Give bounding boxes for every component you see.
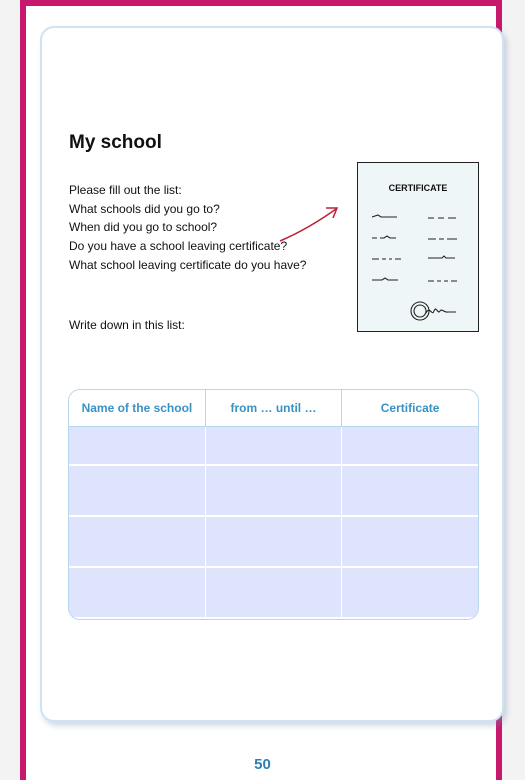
table-cell[interactable] [205, 515, 343, 568]
table-cell[interactable] [205, 426, 343, 466]
table-cell[interactable] [69, 566, 206, 619]
instruction-line: Do you have a school leaving certificate… [69, 239, 288, 254]
page-title: My school [69, 132, 162, 153]
school-table: Name of the school from … until … Certif… [68, 389, 479, 620]
table-row [69, 515, 478, 568]
table-cell[interactable] [205, 464, 343, 517]
column-header-school-name: Name of the school [69, 390, 206, 427]
instruction-line: When did you go to school? [69, 220, 218, 235]
column-header-certificate: Certificate [341, 390, 478, 427]
column-header-period: from … until … [205, 390, 343, 427]
table-cell[interactable] [205, 566, 343, 619]
arrow-icon [279, 207, 339, 242]
write-prompt: Write down in this list: [69, 318, 185, 332]
table-row [69, 464, 478, 517]
instruction-line: Please fill out the list: [69, 183, 182, 197]
instruction-line: What school leaving certificate do you h… [69, 257, 307, 272]
instruction-line: What schools did you go to? [69, 201, 220, 216]
page-number: 50 [254, 756, 271, 773]
table-cell[interactable] [341, 426, 478, 466]
instruction-list: Please fill out the list: What schools d… [69, 181, 306, 275]
table-row [69, 566, 478, 619]
table-row [69, 426, 478, 466]
table-cell[interactable] [69, 426, 206, 466]
table-cell[interactable] [341, 515, 478, 568]
certificate-scribbles [371, 214, 457, 321]
table-cell[interactable] [69, 464, 206, 517]
table-cell[interactable] [341, 464, 478, 517]
certificate-illustration: CERTIFICATE [357, 162, 479, 332]
table-cell[interactable] [341, 566, 478, 619]
table-cell[interactable] [69, 515, 206, 568]
